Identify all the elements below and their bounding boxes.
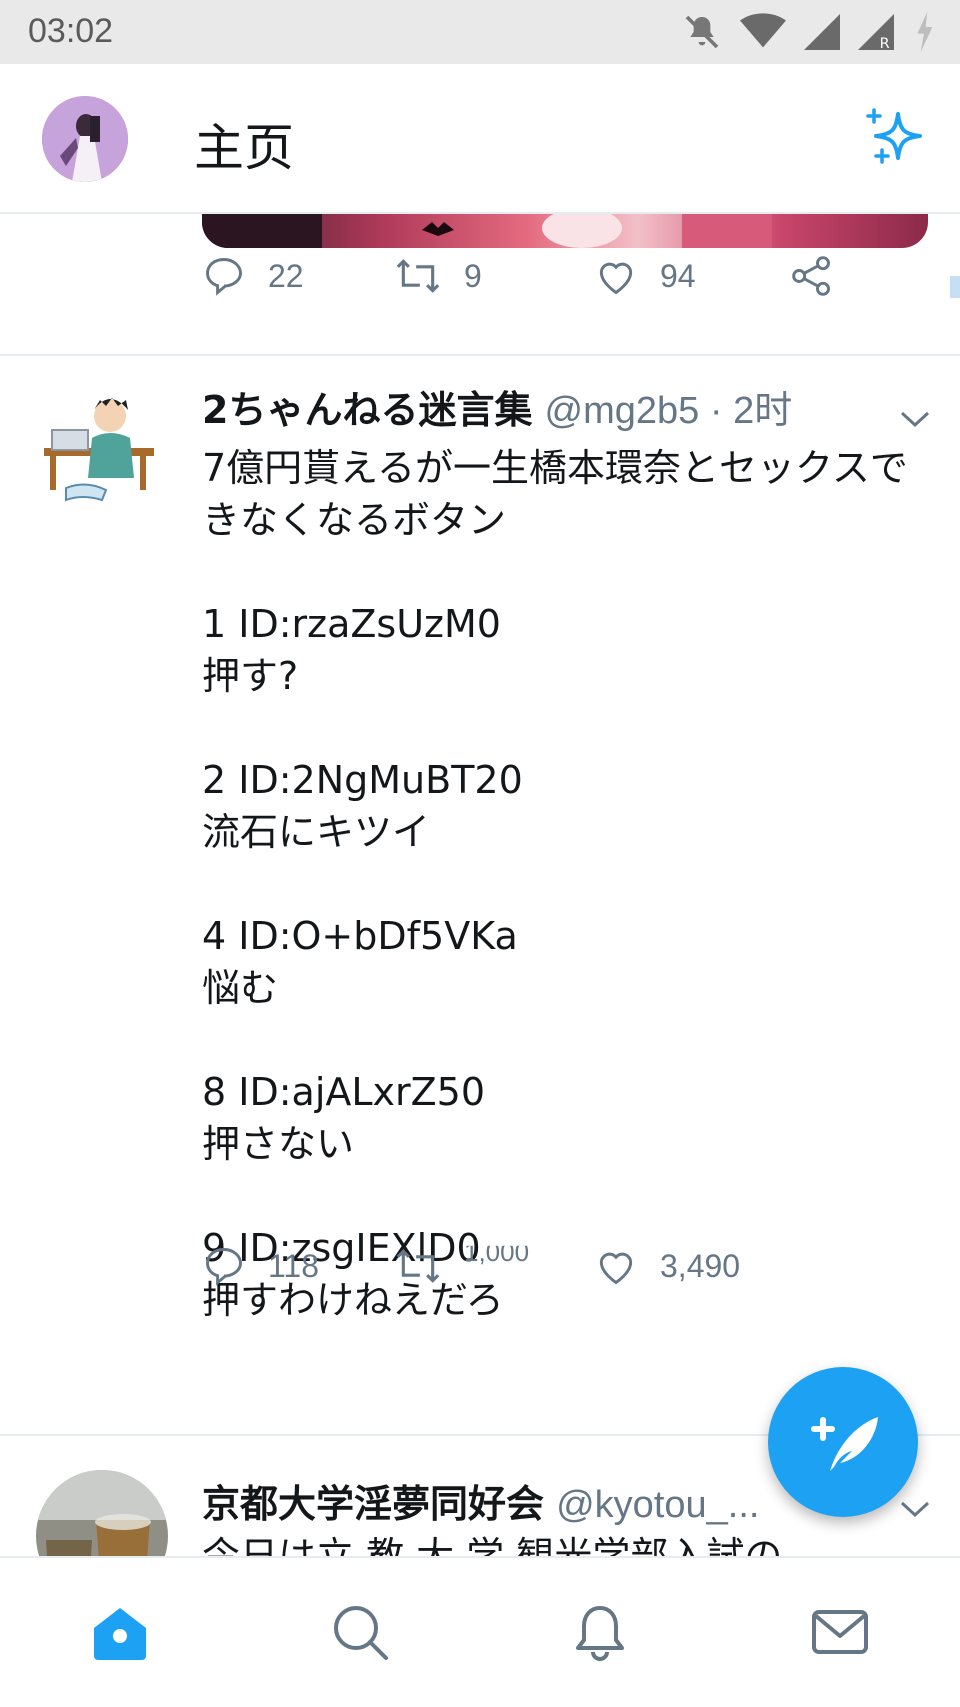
app-header: 主页 — [0, 64, 960, 214]
retweet-button[interactable]: 9 — [394, 254, 482, 298]
heart-icon — [599, 262, 633, 295]
home-icon[interactable] — [90, 1602, 150, 1662]
signal-roaming-icon: R — [858, 14, 894, 52]
page-title: 主页 — [194, 120, 294, 176]
avatar-illustration — [36, 384, 168, 516]
search-icon[interactable] — [330, 1602, 390, 1662]
tweet-avatar[interactable] — [36, 384, 168, 516]
tweet-header: 京都大学淫夢同好会 @kyotou_... — [202, 1476, 759, 1533]
tweet-text: 今日は立 教 大 学 観光学部入試の — [202, 1534, 783, 1556]
profile-photo — [42, 96, 128, 182]
bell-icon[interactable] — [570, 1602, 630, 1662]
retweet-icon — [396, 1249, 440, 1283]
tweet-actions: 118 1,000 3,490 — [202, 1244, 902, 1294]
tweet-author-name[interactable]: 京都大学淫夢同好会 — [202, 1482, 544, 1526]
profile-avatar[interactable] — [42, 96, 128, 182]
tweet-divider — [0, 354, 960, 356]
status-icons: R — [682, 12, 936, 52]
tweet-author-handle[interactable]: @kyotou_... — [556, 1484, 759, 1526]
like-count: 3,490 — [660, 1247, 741, 1284]
reply-count: 118 — [268, 1247, 320, 1284]
share-icon — [792, 256, 830, 296]
scrollbar-thumb[interactable] — [950, 276, 960, 298]
status-time: 03:02 — [28, 12, 114, 50]
svg-text:R: R — [880, 36, 890, 52]
avatar-photo — [36, 1470, 168, 1556]
retweet-icon — [396, 259, 440, 293]
reply-count: 22 — [268, 257, 304, 294]
tweet-author-name[interactable]: 2ちゃんねる迷言集 — [202, 388, 532, 432]
reply-button[interactable]: 22 — [202, 254, 304, 298]
compose-tweet-button[interactable] — [768, 1367, 918, 1517]
mute-notification-icon — [685, 15, 719, 49]
status-bar: 03:02 R — [0, 0, 960, 64]
tweet-timestamp: · 2时 — [699, 390, 793, 432]
timeline-feed[interactable]: 22 9 94 2ちゃんねる迷言集 @mg2b5 · 2时 7億円貰えるが一生橋… — [0, 214, 960, 1556]
heart-icon — [599, 1252, 633, 1285]
sparkle-icon[interactable] — [864, 104, 930, 170]
reply-button[interactable]: 118 — [202, 1244, 319, 1288]
bottom-navigation — [0, 1556, 960, 1707]
mail-icon[interactable] — [810, 1602, 870, 1662]
tweet-media-image[interactable] — [202, 214, 928, 248]
like-button[interactable]: 94 — [594, 254, 696, 298]
compose-feather-icon — [811, 1417, 878, 1471]
retweet-count: 9 — [464, 257, 482, 294]
like-button[interactable]: 3,490 — [594, 1244, 740, 1288]
tweet-text: 7億円貰えるが一生橋本環奈とセックスできなくなるボタン 1 ID:rzaZsUz… — [202, 446, 908, 1322]
share-button[interactable] — [790, 254, 856, 298]
retweet-button[interactable]: 1,000 — [394, 1244, 529, 1288]
reply-icon — [206, 1248, 242, 1286]
tweet-actions: 22 9 94 — [202, 254, 902, 304]
battery-charging-icon — [917, 12, 933, 52]
tweet-author-handle[interactable]: @mg2b5 — [545, 390, 700, 432]
tweet-avatar[interactable] — [36, 1470, 168, 1556]
reply-icon — [206, 258, 242, 296]
signal-icon — [804, 14, 840, 50]
wifi-icon — [740, 13, 786, 48]
chevron-down-icon[interactable] — [898, 408, 932, 430]
like-count: 94 — [660, 257, 696, 294]
